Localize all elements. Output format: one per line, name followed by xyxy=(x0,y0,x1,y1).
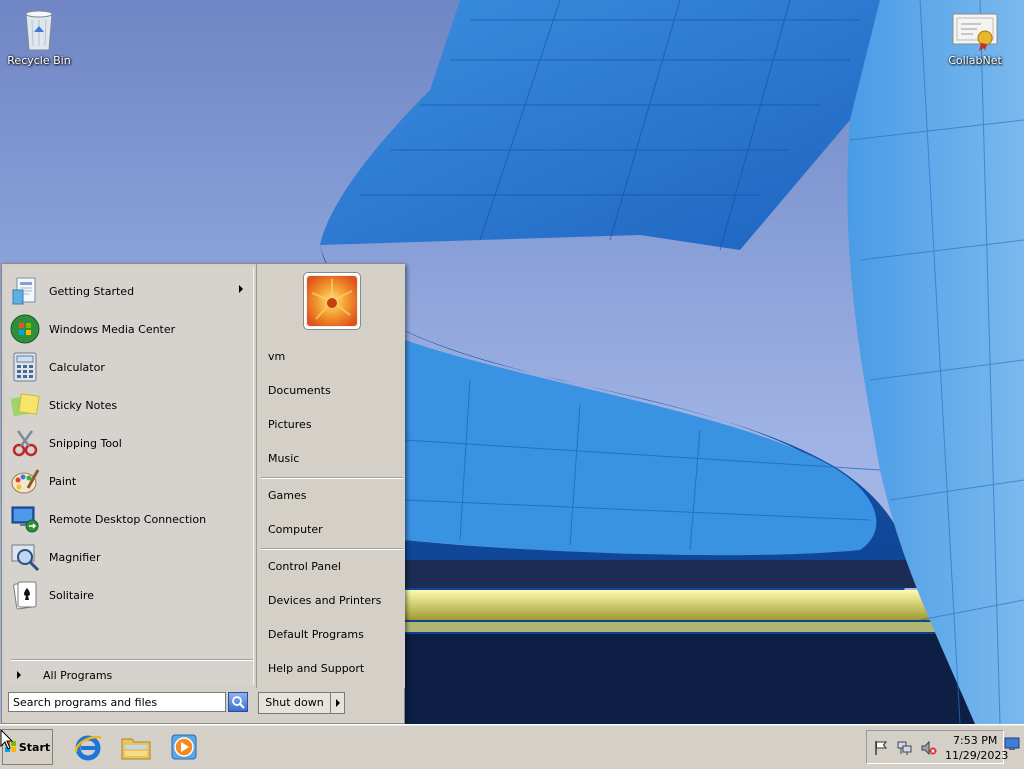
user-picture[interactable] xyxy=(303,272,361,330)
collabnet-label: CollabNet xyxy=(948,54,1002,67)
volume-muted-icon[interactable] xyxy=(921,740,937,756)
place-games[interactable]: Games xyxy=(268,485,400,507)
place-computer[interactable]: Computer xyxy=(268,519,400,541)
submenu-arrow-icon xyxy=(239,285,243,293)
clock-time[interactable]: 7:53 PM xyxy=(953,734,997,747)
sticky-notes-icon xyxy=(10,393,40,417)
place-label: Music xyxy=(268,452,300,465)
show-desktop-icon[interactable] xyxy=(1004,737,1020,751)
getting-started-icon xyxy=(12,277,36,305)
program-label: Windows Media Center xyxy=(49,322,176,336)
taskbar: Start 7:53 PM 11/29/2023 xyxy=(0,724,1024,769)
program-label: Solitaire xyxy=(49,588,94,602)
certificate-icon xyxy=(952,13,998,51)
action-center-flag-icon[interactable] xyxy=(873,740,889,756)
snipping-tool-icon xyxy=(12,430,38,457)
remote-desktop-icon xyxy=(11,506,39,533)
place-default-programs[interactable]: Default Programs xyxy=(268,624,400,646)
flower-avatar-icon xyxy=(307,276,357,326)
program-calculator[interactable]: Calculator xyxy=(9,350,249,384)
places-separator xyxy=(261,548,403,550)
collabnet-desktop-icon[interactable]: CollabNet xyxy=(940,10,1010,67)
taskbar-media-player[interactable] xyxy=(168,731,200,763)
paint-icon xyxy=(11,469,40,494)
program-label: Remote Desktop Connection xyxy=(49,512,207,526)
shutdown-options-button[interactable] xyxy=(331,692,345,714)
taskbar-file-explorer[interactable] xyxy=(120,731,152,763)
search-input[interactable] xyxy=(8,692,226,712)
search-icon xyxy=(232,696,245,709)
program-label: Paint xyxy=(49,474,77,488)
place-label: Default Programs xyxy=(268,628,364,641)
program-getting-started[interactable]: Getting Started xyxy=(9,274,249,308)
start-menu-places-pane: vm Documents Pictures Music Games Comput… xyxy=(256,264,405,688)
program-label: Sticky Notes xyxy=(49,398,118,412)
start-menu-programs-pane: Getting Started Windows Media Center Cal… xyxy=(5,267,254,685)
file-explorer-icon xyxy=(121,738,151,760)
search-button[interactable] xyxy=(228,692,248,712)
place-music[interactable]: Music xyxy=(268,448,400,470)
recycle-bin-label: Recycle Bin xyxy=(7,54,71,67)
taskbar-internet-explorer[interactable] xyxy=(72,731,104,763)
clock-date[interactable]: 11/29/2023 xyxy=(945,749,1008,762)
all-programs-label: All Programs xyxy=(43,668,113,682)
recycle-bin-desktop-icon[interactable]: Recycle Bin xyxy=(4,8,74,67)
place-label: Pictures xyxy=(268,418,312,431)
program-solitaire[interactable]: Solitaire xyxy=(9,578,249,612)
place-control-panel[interactable]: Control Panel xyxy=(268,556,400,578)
place-devices-and-printers[interactable]: Devices and Printers xyxy=(268,590,400,612)
program-remote-desktop-connection[interactable]: Remote Desktop Connection xyxy=(9,502,249,536)
place-label: Documents xyxy=(268,384,331,397)
place-label: Games xyxy=(268,489,307,502)
program-paint[interactable]: Paint xyxy=(9,464,249,498)
place-label: Help and Support xyxy=(268,662,365,675)
shutdown-label: Shut down xyxy=(265,696,324,709)
place-pictures[interactable]: Pictures xyxy=(268,414,400,436)
program-sticky-notes[interactable]: Sticky Notes xyxy=(9,388,249,422)
program-label: Calculator xyxy=(49,360,105,374)
place-label: Control Panel xyxy=(268,560,341,573)
shutdown-button[interactable]: Shut down xyxy=(258,692,331,714)
notification-area: 7:53 PM 11/29/2023 xyxy=(866,730,1008,764)
media-center-icon xyxy=(10,314,40,344)
internet-explorer-icon xyxy=(74,735,102,761)
mouse-cursor-icon xyxy=(0,729,14,750)
program-snipping-tool[interactable]: Snipping Tool xyxy=(9,426,249,460)
program-label: Snipping Tool xyxy=(49,436,122,450)
network-icon[interactable] xyxy=(897,740,913,756)
place-label: Devices and Printers xyxy=(268,594,382,607)
program-windows-media-center[interactable]: Windows Media Center xyxy=(9,312,249,346)
all-programs-button[interactable]: All Programs xyxy=(11,665,251,685)
calculator-icon xyxy=(13,352,37,382)
start-label: Start xyxy=(18,740,51,754)
place-user-folder[interactable]: vm xyxy=(268,346,400,368)
programs-separator xyxy=(11,659,253,661)
magnifier-icon xyxy=(11,544,40,572)
program-label: Getting Started xyxy=(49,284,135,298)
place-documents[interactable]: Documents xyxy=(268,380,400,402)
all-programs-arrow-icon xyxy=(17,671,21,679)
chevron-right-icon xyxy=(335,699,340,707)
media-player-icon xyxy=(171,734,197,760)
program-magnifier[interactable]: Magnifier xyxy=(9,540,249,574)
solitaire-icon xyxy=(13,581,37,610)
program-label: Magnifier xyxy=(49,550,101,564)
recycle-bin-icon xyxy=(25,10,53,51)
place-help-and-support[interactable]: Help and Support xyxy=(268,658,400,680)
place-label: vm xyxy=(268,350,286,363)
start-menu: Getting Started Windows Media Center Cal… xyxy=(1,263,405,724)
place-label: Computer xyxy=(268,523,323,536)
places-separator xyxy=(261,477,403,479)
